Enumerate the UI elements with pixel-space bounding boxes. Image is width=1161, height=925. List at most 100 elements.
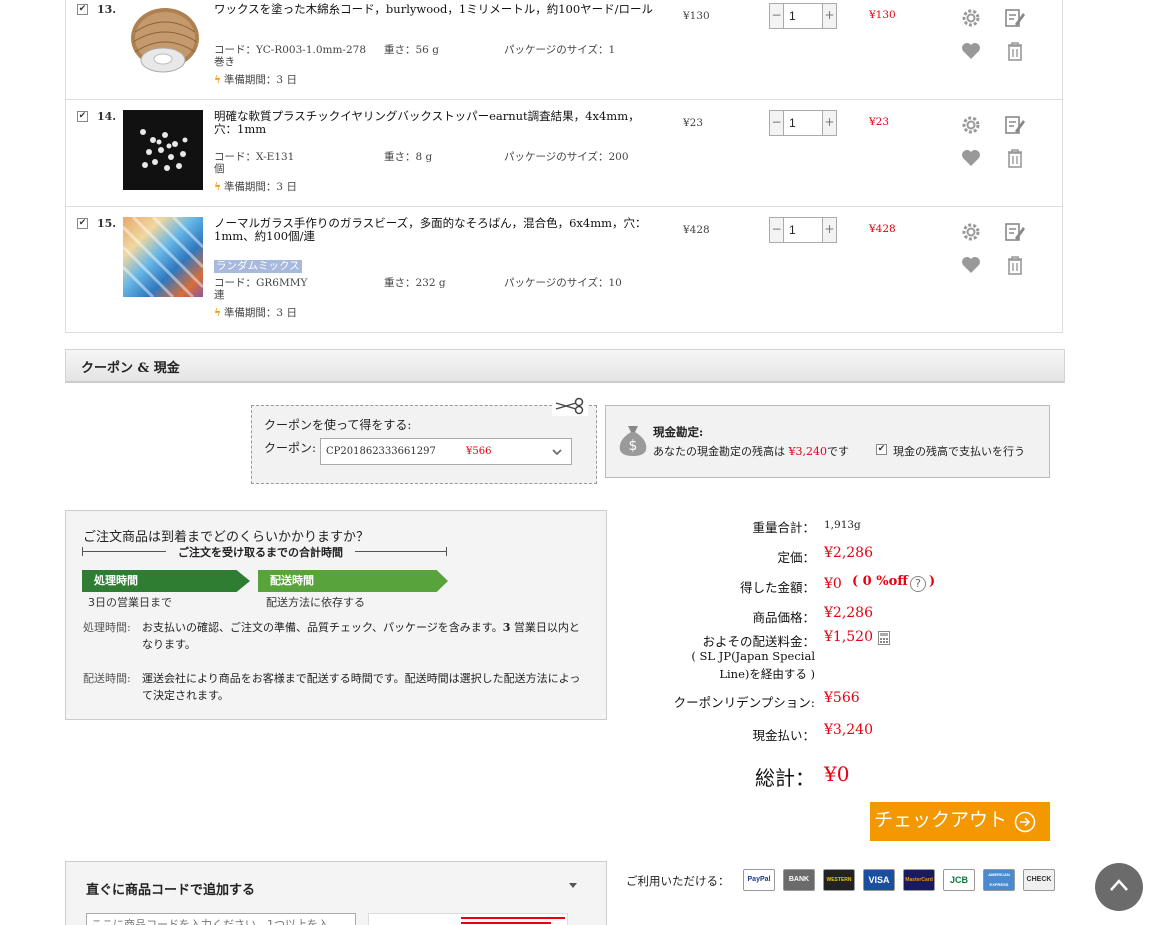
product-title[interactable]: ノーマルガラス手作りのガラスビーズ，多面的なそろばん，混合色，6x4mm，穴：1… [214,217,659,243]
package-size: パッケージのサイズ：200 [504,151,629,163]
shipping-estimate-label: およその配送料金： [702,634,815,649]
delete-trash-icon[interactable] [1004,254,1026,276]
check-icon: CHECK [1023,869,1055,891]
product-image[interactable] [123,217,203,297]
product-code: コード：YC-R003-1.0mm-278 [214,44,367,56]
delete-trash-icon[interactable] [1004,147,1026,169]
subtotal: ¥23 [869,116,890,128]
favorite-heart-icon[interactable] [960,254,982,276]
delete-trash-icon[interactable] [1004,40,1026,62]
cart-row: ✔ 15. ノーマルガラス手作りのガラスビーズ，多面的なそろばん，混合色，6x4… [66,207,1062,333]
coupon-amount: ¥566 [466,446,492,457]
delivery-time-panel: ご注文商品は到着までどのくらいかかりますか？ ご注文を受け取るまでの合計時間 処… [65,510,607,720]
settings-icon[interactable] [960,114,982,136]
favorite-heart-icon[interactable] [960,147,982,169]
grand-total-value: ¥0 [824,762,850,786]
lead-time-text: 準備期間：3 日 [223,181,297,193]
checkout-button[interactable]: チェックアウト [870,802,1050,841]
subtotal: ¥428 [869,223,896,235]
saved-percent-close: ) [929,574,936,589]
increase-button[interactable]: + [822,111,836,135]
item-checkbox[interactable]: ✔ [77,111,88,122]
saved-amount-label: 得した金額： [739,580,815,595]
edit-note-icon[interactable] [1004,7,1026,29]
item-index: 13. [97,3,117,16]
product-weight: 重さ：232 g [384,277,446,289]
increase-button[interactable]: + [822,4,836,28]
coupon-select[interactable]: CP201862333661297 ¥566 [320,438,572,465]
cash-balance-suffix: です [827,445,849,458]
lead-time-text: 準備期間：3 日 [223,74,297,86]
product-image[interactable] [123,2,203,82]
weight-total-value: 1,913g [824,519,861,531]
shipping-via-line2: Line)を経由する ) [719,667,815,681]
cash-balance-prefix: あなたの現金勘定の残高は [653,445,785,458]
shipping-desc: 配送方法に依存する [266,596,365,609]
weight-total-label: 重量合計： [752,520,815,535]
product-price-value: ¥2,286 [824,605,873,621]
bank-icon: BANK [783,869,815,891]
mastercard-icon: MasterCard [903,869,935,891]
money-bag-icon: $ [619,426,647,456]
favorite-heart-icon[interactable] [960,40,982,62]
package-unit: 個 [214,163,225,175]
package-size: パッケージのサイズ：1 [504,44,616,56]
saved-percent-text: ( 0 %off [852,574,908,589]
cash-account-box: $ 現金勘定: あなたの現金勘定の残高は ¥3,240です ✔ 現金の残高で支払… [605,405,1050,478]
edit-note-icon[interactable] [1004,221,1026,243]
product-code-input[interactable] [86,913,356,925]
package-size: パッケージのサイズ：10 [504,277,622,289]
item-checkbox[interactable]: ✔ [77,218,88,229]
lead-time: ϟ 準備期間：3 日 [214,72,297,87]
decrease-button[interactable]: − [770,218,784,242]
collapse-caret-icon[interactable] [568,882,578,890]
add-by-code-title: 直ぐに商品コードで追加する [86,883,256,898]
processing-note: お支払いの確認、ご注文の準備、品質チェック、パッケージを含みます。3 営業日以内… [142,619,590,653]
payment-methods-label: ご利用いただける： [626,874,730,888]
coupon-prompt: クーポンを使って得をする: [264,418,412,432]
add-by-code-panel: 直ぐに商品コードで追加する [65,861,607,925]
cash-balance-amount: ¥3,240 [788,445,828,458]
quantity-input[interactable]: 1 [784,4,822,28]
delivery-question: ご注文商品は到着までどのくらいかかりますか？ [83,530,370,545]
cart-row: ✔ 14. 明確な軟質プラスチックイヤリングバックストッパーearnut調査結果… [66,100,1062,207]
processing-stage: 処理時間 [82,570,250,592]
increase-button[interactable]: + [822,218,836,242]
product-weight: 重さ：8 g [384,151,433,163]
product-image[interactable] [123,110,203,190]
coupon-box: クーポンを使って得をする: クーポン: CP201862333661297 ¥5… [251,396,597,484]
back-to-top-button[interactable] [1095,863,1143,911]
help-icon[interactable]: ? [910,576,926,592]
quantity-stepper: − 1 + [769,110,837,136]
decrease-button[interactable]: − [770,111,784,135]
product-title[interactable]: 明確な軟質プラスチックイヤリングバックストッパーearnut調査結果，4x4mm… [214,110,659,136]
quantity-input[interactable]: 1 [784,111,822,135]
unit-price: ¥130 [683,10,710,22]
lightning-icon: ϟ [214,307,221,319]
cash-payment-value: ¥3,240 [824,722,873,738]
package-unit: 連 [214,289,225,301]
pay-with-balance-label: 現金の残高で支払いを行う [893,445,1025,458]
calculator-icon[interactable] [878,631,890,645]
settings-icon[interactable] [960,7,982,29]
quantity-input[interactable]: 1 [784,218,822,242]
visa-icon: VISA [863,869,895,891]
settings-icon[interactable] [960,221,982,243]
pay-with-balance-checkbox[interactable]: ✔ [876,444,887,455]
paypal-icon: PayPal [743,869,775,891]
chevron-down-icon [552,449,562,456]
processing-note-days: 3 [502,621,511,634]
decrease-button[interactable]: − [770,4,784,28]
item-checkbox[interactable]: ✔ [77,4,88,15]
hint-line [461,922,551,924]
lead-time-text: 準備期間：3 日 [223,307,297,319]
saved-percent: ( 0 %off?) [852,574,935,592]
amex-icon: AMERICAN EXPRESS [983,869,1015,891]
saved-amount-value: ¥0 [824,576,842,592]
product-title[interactable]: ワックスを塗った木綿糸コード，burlywood，1ミリメートル，約100ヤード… [214,3,659,16]
edit-note-icon[interactable] [1004,114,1026,136]
package-unit: 巻き [214,56,235,68]
quantity-stepper: − 1 + [769,3,837,29]
product-weight: 重さ：56 g [384,44,439,56]
hint-line [461,917,565,919]
